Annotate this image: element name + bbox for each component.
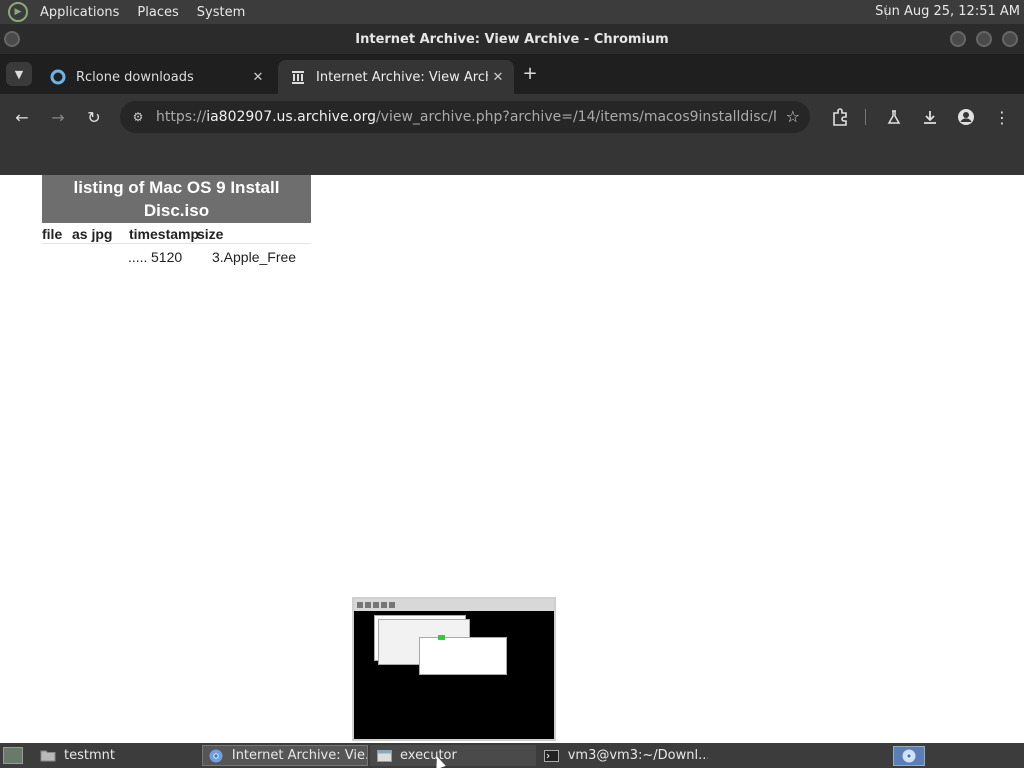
close-tab-icon[interactable]: ✕	[488, 70, 508, 85]
executor-window-preview[interactable]	[352, 597, 556, 741]
window-titlebar[interactable]: Internet Archive: View Archive - Chromiu…	[0, 24, 1024, 54]
tab-internet-archive[interactable]: Internet Archive: View Archive ✕	[278, 60, 514, 94]
taskbar-item-chromium[interactable]: Internet Archive: Vie...	[202, 745, 368, 766]
preview-menubar	[354, 599, 554, 611]
browser-toolbar: ← → ↻ ⚙ https://ia802907.us.archive.org/…	[0, 94, 1024, 140]
column-size: size	[197, 226, 224, 242]
row-file[interactable]: .....	[128, 249, 147, 265]
bookmark-star-icon[interactable]: ☆	[786, 107, 800, 126]
tab-search-button[interactable]: ▼	[6, 62, 32, 86]
tab-rclone-downloads[interactable]: Rclone downloads ✕	[38, 60, 274, 94]
table-row: ..... 5120 3.Apple_Free	[42, 249, 311, 267]
back-arrow-icon[interactable]: ←	[10, 105, 34, 129]
rclone-logo-icon	[50, 69, 66, 85]
labs-flask-icon[interactable]	[882, 105, 906, 129]
row-timestamp: 5120	[151, 249, 183, 265]
chromium-icon	[209, 749, 224, 763]
panel-clock[interactable]: Sun Aug 25, 12:51 AM	[875, 4, 1020, 19]
taskbar-label: executor	[400, 748, 457, 763]
download-icon[interactable]	[918, 105, 942, 129]
terminal-icon	[544, 749, 560, 763]
forward-arrow-icon[interactable]: →	[46, 105, 70, 129]
show-desktop-icon[interactable]	[3, 747, 23, 764]
taskbar-item-executor[interactable]: executor	[370, 745, 536, 766]
tab-strip: ▼ Rclone downloads ✕ Internet Archive: V…	[0, 54, 1024, 94]
menu-kebab-icon[interactable]: ⋮	[990, 105, 1014, 129]
extensions-icon[interactable]	[828, 105, 852, 129]
toolbar-separator	[865, 109, 866, 125]
taskbar-item-terminal[interactable]: vm3@vm3:~/Downl...	[538, 745, 708, 766]
column-as-jpg: as jpg	[72, 226, 113, 242]
listing-header-row: file as jpg timestamp size	[42, 226, 311, 244]
tab-title: Rclone downloads	[76, 69, 194, 85]
tab-title: Internet Archive: View Archive	[316, 69, 488, 85]
taskbar-label: vm3@vm3:~/Downl...	[567, 748, 708, 763]
window-menu-icon[interactable]	[4, 31, 20, 47]
taskbar-label: testmnt	[64, 748, 115, 763]
url-scheme: https://	[156, 109, 207, 125]
column-timestamp: timestamp	[129, 226, 200, 242]
bookmark-bar	[0, 140, 1024, 175]
url-text[interactable]: https://ia802907.us.archive.org/view_arc…	[156, 109, 776, 125]
row-size: 3.Apple_Free	[212, 249, 297, 265]
preview-green-marker	[438, 635, 445, 640]
tray-chromium-icon[interactable]	[893, 746, 925, 766]
taskbar-label: Internet Archive: Vie...	[231, 748, 367, 763]
url-host: ia802907.us.archive.org	[206, 109, 376, 125]
column-file: file	[42, 226, 63, 242]
gnome-foot-icon[interactable]: ▶	[8, 2, 28, 22]
preview-window-3	[419, 637, 507, 675]
maximize-icon[interactable]	[976, 31, 992, 47]
reload-icon[interactable]: ↻	[82, 105, 106, 129]
url-path: /view_archive.php?archive=/14/items/maco…	[375, 109, 776, 125]
system-menu[interactable]: System	[191, 5, 251, 20]
listing-title: listing of Mac OS 9 Install Disc.iso	[42, 175, 311, 223]
applications-menu[interactable]: Applications	[34, 5, 125, 20]
window-title: Internet Archive: View Archive - Chromiu…	[355, 31, 669, 47]
close-window-icon[interactable]	[1002, 31, 1018, 47]
window-icon	[376, 749, 392, 763]
minimize-icon[interactable]	[950, 31, 966, 47]
top-panel: ▶ Applications Places System Sun Aug 25,…	[0, 0, 1024, 24]
address-bar[interactable]: ⚙ https://ia802907.us.archive.org/view_a…	[120, 101, 810, 133]
archive-building-icon	[290, 69, 306, 85]
taskbar-item-testmnt[interactable]: testmnt	[34, 745, 198, 766]
bottom-taskbar: testmnt Internet Archive: Vie... executo…	[0, 743, 1024, 768]
site-info-icon[interactable]: ⚙	[128, 110, 148, 124]
places-menu[interactable]: Places	[131, 5, 184, 20]
chevron-down-icon: ▼	[14, 67, 24, 81]
profile-icon[interactable]	[954, 105, 978, 129]
close-tab-icon[interactable]: ✕	[248, 70, 268, 85]
new-tab-plus-icon[interactable]: +	[520, 64, 540, 84]
folder-icon	[40, 749, 56, 763]
